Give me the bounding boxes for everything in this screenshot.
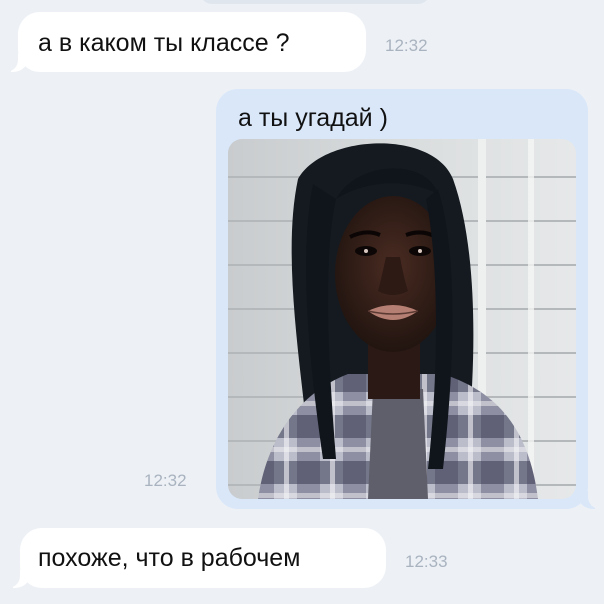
message-text: а в каком ты классе ? [38,29,290,57]
photo-attachment[interactable] [228,139,576,499]
message-timestamp: 12:32 [144,471,187,490]
message-text: а ты угадай ) [238,104,388,132]
photo-image [228,139,576,499]
message-timestamp: 12:32 [385,36,428,55]
message-bubble-outgoing[interactable]: а ты угадай ) 12:32 [144,89,602,509]
message-timestamp: 12:33 [405,552,448,571]
message-bubble-incoming[interactable]: а в каком ты классе ? [4,12,366,72]
message-bubble-incoming[interactable]: похоже, что в рабочем [6,528,386,588]
previous-message-edge [200,0,430,4]
message-text: похоже, что в рабочем [38,544,301,572]
